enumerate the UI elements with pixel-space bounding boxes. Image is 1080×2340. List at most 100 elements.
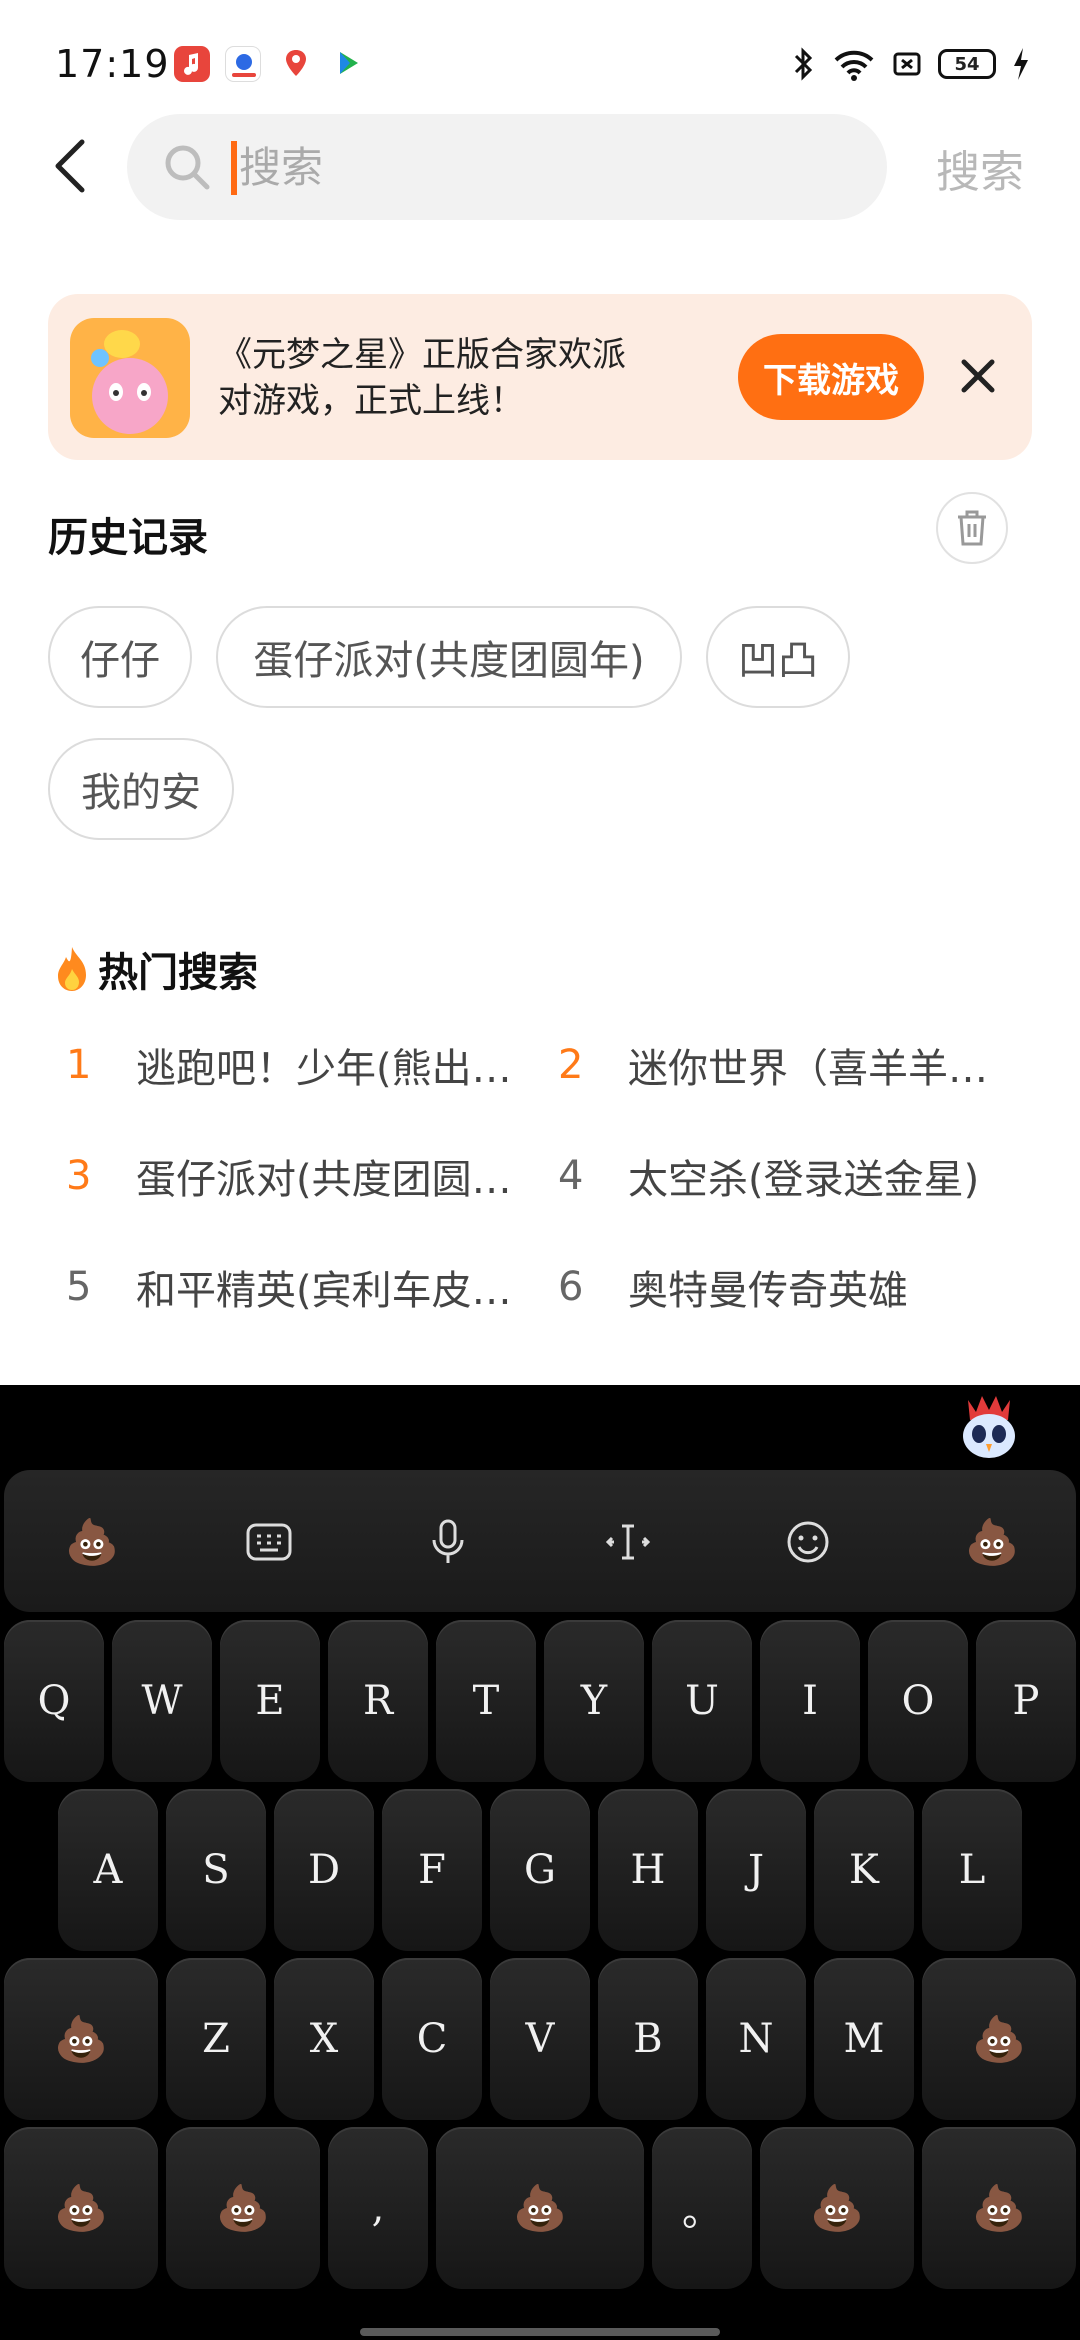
key-p[interactable]: P [976, 1620, 1076, 1782]
key-r[interactable]: R [328, 1620, 428, 1782]
play-app-icon [330, 46, 366, 82]
search-submit-button[interactable]: 搜索 [936, 136, 1024, 200]
microphone-icon [432, 1519, 464, 1563]
key-t[interactable]: T [436, 1620, 536, 1782]
hot-search-item[interactable]: 3 蛋仔派对(共度团圆… [66, 1146, 516, 1206]
close-banner-button[interactable] [948, 346, 1008, 406]
chevron-left-icon [55, 139, 85, 193]
key-e[interactable]: E [220, 1620, 320, 1782]
sim-off-icon [893, 52, 921, 76]
hot-search-item[interactable]: 6 奥特曼传奇英雄 [558, 1257, 1008, 1317]
key-b[interactable]: B [598, 1958, 698, 2120]
voice-input-button[interactable] [404, 1498, 492, 1586]
home-indicator[interactable] [360, 2328, 720, 2336]
search-icon [165, 145, 210, 190]
hot-label: 奥特曼传奇英雄 [628, 1268, 908, 1314]
download-game-button[interactable]: 下载游戏 [738, 334, 924, 420]
hot-search-item[interactable]: 2 迷你世界（喜羊羊… [558, 1035, 1008, 1095]
status-indicators: 54 [790, 44, 1030, 84]
status-bar: 17:19 54 [0, 0, 1080, 120]
cursor-move-button[interactable] [584, 1498, 672, 1586]
hot-rank: 5 [66, 1264, 92, 1310]
baidu-app-icon [225, 46, 261, 82]
emoji-key-symbols[interactable]: 💩 [4, 2127, 158, 2289]
close-icon [961, 359, 995, 393]
hot-label: 和平精英(宾利车皮… [136, 1268, 512, 1314]
key-i[interactable]: I [760, 1620, 860, 1782]
key-h[interactable]: H [598, 1789, 698, 1951]
back-button[interactable] [40, 130, 100, 202]
game-thumbnail [70, 318, 190, 438]
hot-rank: 6 [558, 1264, 584, 1310]
key-u[interactable]: U [652, 1620, 752, 1782]
emoji-key-shift[interactable]: 💩 [4, 1958, 158, 2120]
hot-rank: 4 [558, 1153, 584, 1199]
key-x[interactable]: X [274, 1958, 374, 2120]
promo-banner[interactable]: 《元梦之星》正版合家欢派对游戏，正式上线！ 下载游戏 [48, 294, 1032, 460]
key-o[interactable]: O [868, 1620, 968, 1782]
key-c[interactable]: C [382, 1958, 482, 2120]
key-d[interactable]: D [274, 1789, 374, 1951]
status-time: 17:19 [55, 42, 170, 86]
key-k[interactable]: K [814, 1789, 914, 1951]
hot-search-title: 热门搜索 [98, 950, 258, 996]
history-chip[interactable]: 我的安 [48, 738, 234, 840]
key-v[interactable]: V [490, 1958, 590, 2120]
map-app-icon [278, 46, 314, 82]
key-m[interactable]: M [814, 1958, 914, 2120]
key-g[interactable]: G [490, 1789, 590, 1951]
key-s[interactable]: S [166, 1789, 266, 1951]
emoji-key-space[interactable]: 💩 [436, 2127, 644, 2289]
keyboard-icon [246, 1523, 292, 1561]
wifi-icon [834, 50, 874, 81]
key-w[interactable]: W [112, 1620, 212, 1782]
history-chip[interactable]: 蛋仔派对(共度团圆年) [216, 606, 682, 708]
emoji-panel-button[interactable] [764, 1498, 852, 1586]
emoji-key-enter[interactable]: 💩 [922, 2127, 1076, 2289]
keyboard-switch-button[interactable] [225, 1498, 313, 1586]
history-chip[interactable]: 凹凸 [706, 606, 850, 708]
key-f[interactable]: F [382, 1789, 482, 1951]
music-app-icon [174, 46, 210, 82]
emoji-key-delete[interactable]: 💩 [922, 1958, 1076, 2120]
search-box[interactable] [127, 114, 887, 220]
key-j[interactable]: J [706, 1789, 806, 1951]
search-input[interactable] [239, 134, 839, 200]
emoji-shortcut-button[interactable]: 💩 [948, 1498, 1036, 1586]
hot-rank: 3 [66, 1153, 92, 1199]
hot-label: 蛋仔派对(共度团圆… [136, 1157, 512, 1203]
key-y[interactable]: Y [544, 1620, 644, 1782]
history-title: 历史记录 [48, 515, 208, 561]
key-z[interactable]: Z [166, 1958, 266, 2120]
bluetooth-icon [794, 47, 813, 81]
hot-search-item[interactable]: 4 太空杀(登录送金星) [558, 1146, 1008, 1206]
emoji-shortcut-button[interactable]: 💩 [48, 1498, 136, 1586]
key-q[interactable]: Q [4, 1620, 104, 1782]
hot-search-item[interactable]: 5 和平精英(宾利车皮… [66, 1257, 516, 1317]
smiley-icon [787, 1521, 829, 1563]
hot-search-header: 热门搜索 [52, 940, 258, 998]
text-cursor [231, 141, 237, 195]
hot-rank: 1 [66, 1042, 92, 1088]
key-l[interactable]: L [922, 1789, 1022, 1951]
battery-indicator: 54 [938, 49, 996, 79]
emoji-key-numbers[interactable]: 💩 [166, 2127, 320, 2289]
banner-text: 《元梦之星》正版合家欢派对游戏，正式上线！ [218, 335, 626, 421]
fire-icon [58, 947, 86, 991]
key-n[interactable]: N [706, 1958, 806, 2120]
trash-icon [958, 510, 986, 546]
hot-label: 迷你世界（喜羊羊… [628, 1046, 988, 1092]
cursor-move-icon [605, 1524, 651, 1560]
mascot-icon[interactable] [958, 1390, 1020, 1460]
hot-search-item[interactable]: 1 逃跑吧！少年(熊出… [66, 1035, 516, 1095]
history-chip[interactable]: 仔仔 [48, 606, 192, 708]
key-a[interactable]: A [58, 1789, 158, 1951]
key-comma[interactable]: , [328, 2127, 428, 2289]
hot-label: 逃跑吧！少年(熊出… [136, 1046, 512, 1092]
key-period[interactable]: 。 [652, 2127, 752, 2289]
keyboard-toolbar: 💩 💩 [4, 1470, 1076, 1612]
emoji-key-language[interactable]: 💩 [760, 2127, 914, 2289]
hot-label: 太空杀(登录送金星) [628, 1157, 980, 1203]
charging-icon [1014, 48, 1028, 80]
clear-history-button[interactable] [936, 492, 1008, 564]
